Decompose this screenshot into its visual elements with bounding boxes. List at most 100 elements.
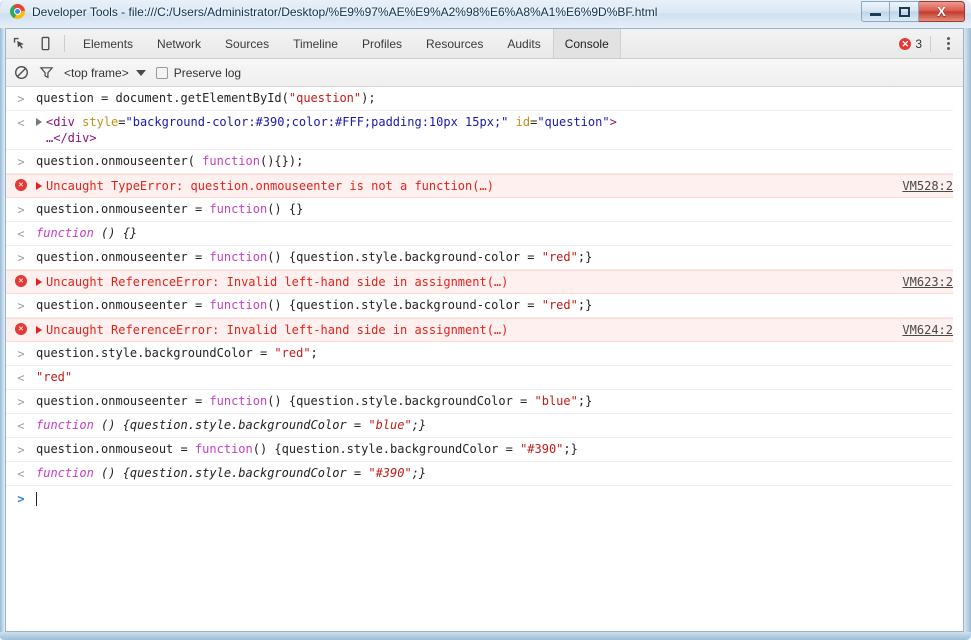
expand-triangle-icon[interactable] [36,326,42,334]
gutter-glyph: < [17,371,25,385]
kebab-menu-icon[interactable] [939,37,957,50]
code-token: style [74,115,119,129]
console-input-row[interactable]: > question.onmouseenter = function() {que… [6,390,963,414]
console-filter-bar: <top frame> Preserve log [6,59,963,87]
code-token: ;} [563,442,578,456]
console-input-row[interactable]: > question.onmouseenter = function() {que… [6,294,963,318]
console-prompt-row[interactable]: > [6,486,963,512]
panel-tabs: Elements Network Sources Timeline Profiles Re… [71,29,621,58]
console-scrollbar[interactable] [953,87,963,631]
source-location-link[interactable]: VM528:2 [890,178,953,194]
tab-network[interactable]: Network [145,29,213,58]
input-arrow-icon: > [6,201,36,218]
window-edge-bottom [0,632,971,640]
filter-button[interactable] [39,65,54,80]
expand-triangle-icon[interactable] [36,118,42,126]
output-arrow-icon: < [6,369,36,386]
title-bar[interactable]: Developer Tools - file:///C:/Users/Admin… [0,0,971,28]
console-error-row[interactable]: ✕ Uncaught TypeError: question.onmouseent… [6,174,963,198]
output-arrow-icon: < [6,225,36,242]
source-location-link[interactable]: VM624:2 [890,322,953,338]
console-output-row[interactable]: < <div style="background-color:#390;color… [6,111,963,150]
code-token: "red" [541,250,578,264]
chevron-down-icon [135,69,146,76]
console-prompt-arrow: > [17,492,25,506]
console-input-row[interactable]: > question.onmouseenter = function() {} [6,198,963,222]
code-token: ); [361,91,376,105]
console-message-text: Uncaught ReferenceError: Invalid left-ha… [46,323,509,337]
maximize-button[interactable] [890,1,919,22]
code-token: ;} [411,418,427,432]
console-input-row[interactable]: > question.style.backgroundColor = "red"; [6,342,963,366]
source-location-link[interactable]: VM623:2 [890,274,953,290]
console-output-row[interactable]: < function () {question.style.backgroundC… [6,462,963,486]
expand-triangle-icon[interactable] [36,182,42,190]
window-controls: X [861,1,965,22]
console-message-text: question.onmouseenter = function() {} [36,201,953,217]
gutter-glyph: > [17,155,25,169]
preserve-log-checkbox[interactable] [155,66,168,79]
error-icon-glyph: ✕ [15,179,27,191]
clear-console-icon [15,66,28,79]
code-token: id [508,115,531,129]
minimize-button[interactable] [861,1,890,22]
devtools-window: Elements Network Sources Timeline Profiles Re… [5,28,964,632]
tab-label: Timeline [293,36,338,51]
console-output-row[interactable]: < function () {question.style.backgroundC… [6,414,963,438]
error-count-label: 3 [915,36,922,51]
console-input-row[interactable]: > question.onmouseout = function() {quest… [6,438,963,462]
gutter-glyph: > [17,395,25,409]
tab-console[interactable]: Console [552,29,621,58]
console-error-row[interactable]: ✕ Uncaught ReferenceError: Invalid left-h… [6,270,963,294]
console-message-text: Uncaught ReferenceError: Invalid left-ha… [46,275,509,289]
preserve-log-toggle[interactable]: Preserve log [155,66,241,80]
window-frame: Developer Tools - file:///C:/Users/Admin… [0,0,971,640]
gutter-glyph: > [17,251,25,265]
tab-audits[interactable]: Audits [495,29,552,58]
tab-sources[interactable]: Sources [213,29,281,58]
console-output-row[interactable]: < function () {} [6,222,963,246]
code-token: question.onmouseenter = [36,298,210,312]
console-input-row[interactable]: > question = document.getElementById("que… [6,87,963,111]
gutter-glyph: < [17,227,25,241]
kebab-dot [946,47,950,50]
device-toolbar-button[interactable] [32,29,58,58]
tab-resources[interactable]: Resources [414,29,495,58]
output-arrow-icon: < [6,417,36,434]
code-token: "blue" [534,394,578,408]
code-token: <div [46,115,75,129]
console-output-row[interactable]: < "red" [6,366,963,390]
code-token: ;} [411,466,427,480]
code-token: function [209,394,268,408]
clear-console-button[interactable] [14,65,29,80]
expand-triangle-icon[interactable] [36,278,42,286]
window-edge-right [963,0,971,640]
error-icon-glyph: ✕ [15,275,27,287]
toolbar-divider [64,35,65,52]
devtools-toolbar: Elements Network Sources Timeline Profiles Re… [6,29,963,59]
console-message-list[interactable]: > question = document.getElementById("que… [6,87,963,631]
code-token: function [202,154,260,168]
kebab-dot [946,37,950,40]
code-token: "red" [541,298,578,312]
code-token: function [209,298,268,312]
tab-profiles[interactable]: Profiles [350,29,414,58]
error-icon-glyph: ✕ [15,323,27,335]
execution-context-selector[interactable]: <top frame> [64,66,146,80]
error-circle-icon: ✕ [899,37,912,50]
close-button[interactable]: X [919,1,965,22]
tab-label: Network [157,36,202,51]
input-arrow-icon: > [6,393,36,410]
error-count-badge[interactable]: ✕ 3 [899,37,922,51]
code-token: () {question.style.backgroundColor = [93,466,369,480]
inspect-element-button[interactable] [6,29,32,58]
tab-timeline[interactable]: Timeline [281,29,350,58]
console-error-row[interactable]: ✕ Uncaught ReferenceError: Invalid left-h… [6,318,963,342]
toolbar-right-divider [930,35,931,52]
console-input-row[interactable]: > question.onmouseenter = function() {que… [6,246,963,270]
title-bar-left: Developer Tools - file:///C:/Users/Admin… [10,4,657,19]
tab-elements[interactable]: Elements [71,29,145,58]
console-input-row[interactable]: > question.onmouseenter( function(){}); [6,150,963,174]
input-arrow-icon: > [6,249,36,266]
code-token: function [36,466,94,480]
